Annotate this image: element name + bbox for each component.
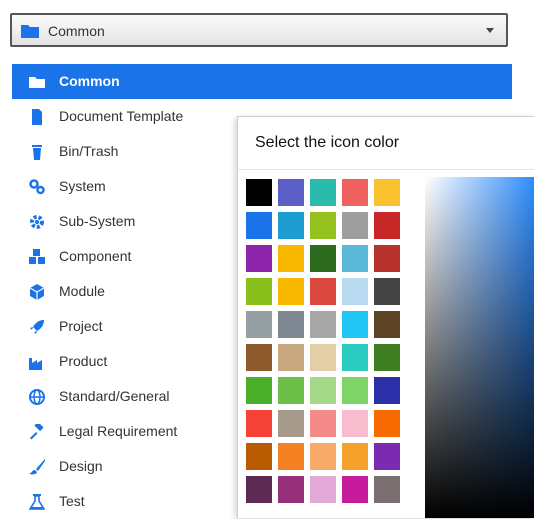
color-swatch[interactable] — [246, 245, 272, 272]
list-item-label: Test — [59, 493, 85, 509]
color-swatch[interactable] — [342, 245, 368, 272]
color-swatch[interactable] — [310, 443, 336, 470]
color-swatch[interactable] — [310, 245, 336, 272]
color-swatch[interactable] — [278, 311, 304, 338]
color-swatch[interactable] — [374, 443, 400, 470]
color-swatch[interactable] — [374, 245, 400, 272]
color-swatch[interactable] — [374, 344, 400, 371]
color-swatch[interactable] — [278, 476, 304, 503]
document-icon — [32, 109, 42, 125]
color-swatch[interactable] — [374, 410, 400, 437]
industry-icon — [29, 358, 42, 370]
color-swatch[interactable] — [278, 377, 304, 404]
color-swatch[interactable] — [278, 179, 304, 206]
cog-icon — [30, 215, 44, 229]
color-swatch[interactable] — [310, 377, 336, 404]
color-swatch[interactable] — [310, 476, 336, 503]
color-swatch[interactable] — [310, 278, 336, 305]
color-swatch[interactable] — [246, 311, 272, 338]
list-item-label: Document Template — [59, 108, 184, 124]
cubes-icon — [29, 249, 45, 264]
list-item-label: Design — [59, 458, 103, 474]
color-swatch[interactable] — [342, 476, 368, 503]
cogs-icon — [29, 179, 45, 195]
color-swatch[interactable] — [246, 410, 272, 437]
list-item-label: Module — [59, 283, 105, 299]
chevron-down-icon[interactable] — [486, 28, 494, 33]
globe-icon — [29, 389, 45, 405]
color-swatch[interactable] — [246, 278, 272, 305]
color-swatch[interactable] — [342, 443, 368, 470]
color-swatch[interactable] — [278, 245, 304, 272]
color-swatch[interactable] — [374, 377, 400, 404]
cube-icon — [29, 284, 45, 300]
popover-title: Select the icon color — [255, 134, 400, 151]
list-item-label: Common — [59, 73, 120, 89]
dropdown-selected-label: Common — [48, 23, 105, 39]
color-swatch[interactable] — [310, 311, 336, 338]
list-item-label: Legal Requirement — [59, 423, 178, 439]
color-swatch[interactable] — [342, 278, 368, 305]
color-swatch[interactable] — [278, 212, 304, 239]
color-swatch[interactable] — [342, 344, 368, 371]
list-item-label: Project — [59, 318, 103, 334]
color-swatch[interactable] — [278, 344, 304, 371]
color-picker-popover: Select the icon color — [237, 116, 534, 518]
category-dropdown[interactable]: Common — [10, 13, 508, 47]
color-swatch[interactable] — [374, 179, 400, 206]
paint-brush-icon — [29, 459, 45, 475]
flask-icon — [29, 494, 45, 510]
list-item-label: Component — [59, 248, 132, 264]
color-swatch[interactable] — [278, 443, 304, 470]
list-item-common[interactable]: Common — [12, 64, 512, 99]
color-swatch[interactable] — [278, 278, 304, 305]
color-swatch[interactable] — [310, 410, 336, 437]
color-swatch[interactable] — [374, 476, 400, 503]
color-swatch[interactable] — [246, 377, 272, 404]
folder-icon — [21, 25, 39, 38]
color-swatch[interactable] — [374, 311, 400, 338]
list-item-label: System — [59, 178, 106, 194]
rocket-icon — [30, 320, 44, 334]
divider — [238, 169, 534, 170]
folder-icon — [29, 77, 45, 88]
trash-icon — [32, 145, 42, 160]
color-swatch[interactable] — [342, 179, 368, 206]
list-item-label: Standard/General — [59, 388, 170, 404]
color-swatch[interactable] — [310, 179, 336, 206]
color-swatch[interactable] — [342, 377, 368, 404]
color-swatch[interactable] — [342, 212, 368, 239]
list-item-label: Product — [59, 353, 108, 369]
list-item-label: Bin/Trash — [59, 143, 119, 159]
color-swatch[interactable] — [246, 476, 272, 503]
color-swatch[interactable] — [374, 212, 400, 239]
color-swatch[interactable] — [246, 443, 272, 470]
color-gradient-picker[interactable] — [425, 177, 534, 518]
gavel-icon — [30, 424, 44, 440]
color-swatch[interactable] — [374, 278, 400, 305]
color-swatch[interactable] — [342, 311, 368, 338]
color-swatch[interactable] — [278, 410, 304, 437]
color-swatch[interactable] — [310, 212, 336, 239]
list-item-label: Sub-System — [59, 213, 136, 229]
color-swatch[interactable] — [246, 179, 272, 206]
color-swatch[interactable] — [246, 344, 272, 371]
color-swatch[interactable] — [342, 410, 368, 437]
color-swatch[interactable] — [246, 212, 272, 239]
color-swatch[interactable] — [310, 344, 336, 371]
